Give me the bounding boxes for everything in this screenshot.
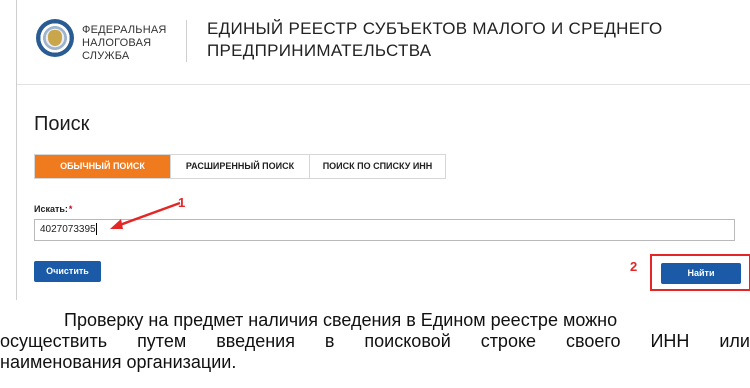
registry-title: ЕДИНЫЙ РЕЕСТР СУБЪЕКТОВ МАЛОГО И СРЕДНЕГ…	[207, 18, 707, 62]
registry-title-line2: ПРЕДПРИНИМАТЕЛЬСТВА	[207, 41, 432, 60]
tab-inn-list-search[interactable]: ПОИСК ПО СПИСКУ ИНН	[310, 155, 445, 178]
caption-word: своего	[565, 331, 621, 351]
org-name[interactable]: ФЕДЕРАЛЬНАЯ НАЛОГОВАЯ СЛУЖБА	[82, 24, 192, 63]
search-label-text: Искать:	[34, 204, 68, 214]
caption-line-3: наименования организации.	[0, 352, 237, 372]
caption-word: поисковой	[364, 331, 451, 351]
caption-line-1: Проверку на предмет наличия сведения в Е…	[64, 310, 618, 330]
site-header: ФЕДЕРАЛЬНАЯ НАЛОГОВАЯ СЛУЖБА ЕДИНЫЙ РЕЕС…	[17, 0, 750, 85]
search-tabs: ОБЫЧНЫЙ ПОИСК РАСШИРЕННЫЙ ПОИСК ПОИСК ПО…	[34, 154, 446, 179]
tab-advanced-search[interactable]: РАСШИРЕННЫЙ ПОИСК	[171, 155, 310, 178]
find-button[interactable]: Найти	[661, 263, 741, 284]
caption-word: ИНН	[650, 331, 690, 351]
org-name-line2: НАЛОГОВАЯ СЛУЖБА	[82, 37, 152, 62]
fns-emblem-icon[interactable]	[36, 19, 74, 57]
annotation-marker-2: 2	[630, 259, 638, 274]
header-divider	[186, 20, 187, 62]
caption-word: введения	[216, 331, 295, 351]
screenshot-frame: ФЕДЕРАЛЬНАЯ НАЛОГОВАЯ СЛУЖБА ЕДИНЫЙ РЕЕС…	[16, 0, 750, 300]
caption-word: путем	[137, 331, 187, 351]
page-title: Поиск	[34, 113, 90, 135]
org-name-line1: ФЕДЕРАЛЬНАЯ	[82, 24, 167, 36]
caption-word: строке	[480, 331, 537, 351]
caption-word: в	[324, 331, 335, 351]
search-input-value: 4027073395	[40, 224, 96, 235]
search-input[interactable]: 4027073395	[34, 219, 735, 241]
caption-text: Проверку на предмет наличия сведения в Е…	[0, 310, 750, 373]
search-label: Искать:*	[34, 204, 72, 214]
annotation-marker-1: 1	[178, 195, 186, 210]
eagle-icon	[48, 30, 62, 46]
caption-line-2: осуществить путем введения в поисковой с…	[0, 331, 750, 352]
required-mark: *	[68, 204, 73, 214]
tab-simple-search[interactable]: ОБЫЧНЫЙ ПОИСК	[35, 155, 171, 178]
caption-word: или	[719, 331, 750, 351]
text-caret	[95, 223, 97, 236]
caption-word: осуществить	[0, 331, 108, 351]
clear-button[interactable]: Очистить	[34, 261, 101, 282]
registry-title-line1: ЕДИНЫЙ РЕЕСТР СУБЪЕКТОВ МАЛОГО И СРЕДНЕГ…	[207, 19, 663, 38]
